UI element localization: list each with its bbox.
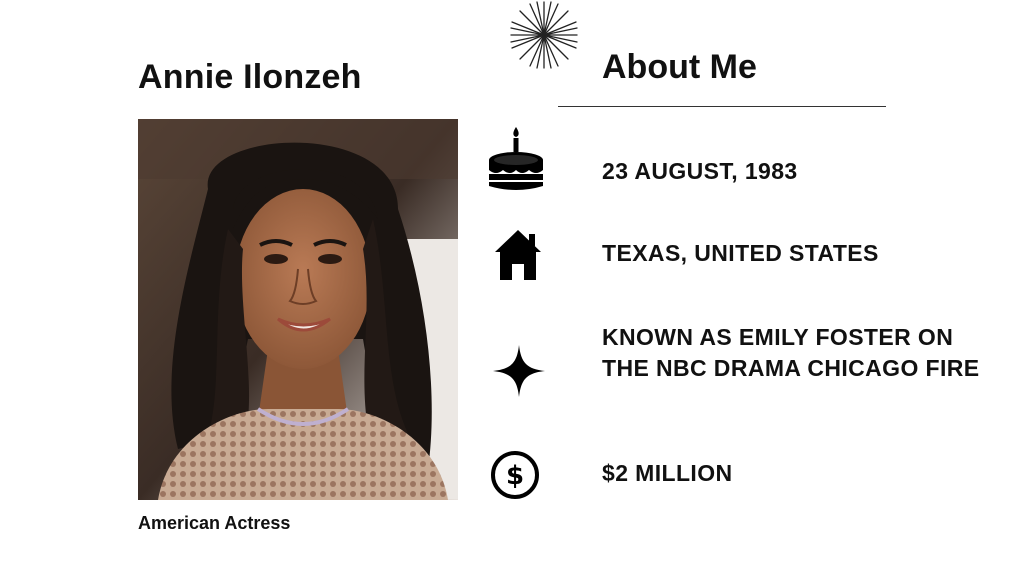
heading-divider [558, 106, 886, 107]
birthday-cake-icon [489, 127, 543, 190]
known-for-text: KNOWN AS EMILY FOSTER ON THE NBC DRAMA C… [602, 324, 980, 381]
net-worth-text: $2 MILLION [602, 460, 733, 486]
starburst-decoration [510, 1, 578, 69]
profile-caption: American Actress [138, 513, 291, 533]
birthplace-text: TEXAS, UNITED STATES [602, 240, 879, 266]
profile-name: Annie Ilonzeh [138, 58, 362, 96]
birth-date-text: 23 AUGUST, 1983 [602, 158, 798, 184]
dollar-coin-icon: $ [491, 451, 539, 499]
profile-photo [138, 119, 458, 500]
svg-text:$: $ [506, 461, 524, 491]
house-icon [495, 230, 541, 280]
about-heading: About Me [602, 48, 757, 86]
sparkle-star-icon [493, 345, 545, 397]
